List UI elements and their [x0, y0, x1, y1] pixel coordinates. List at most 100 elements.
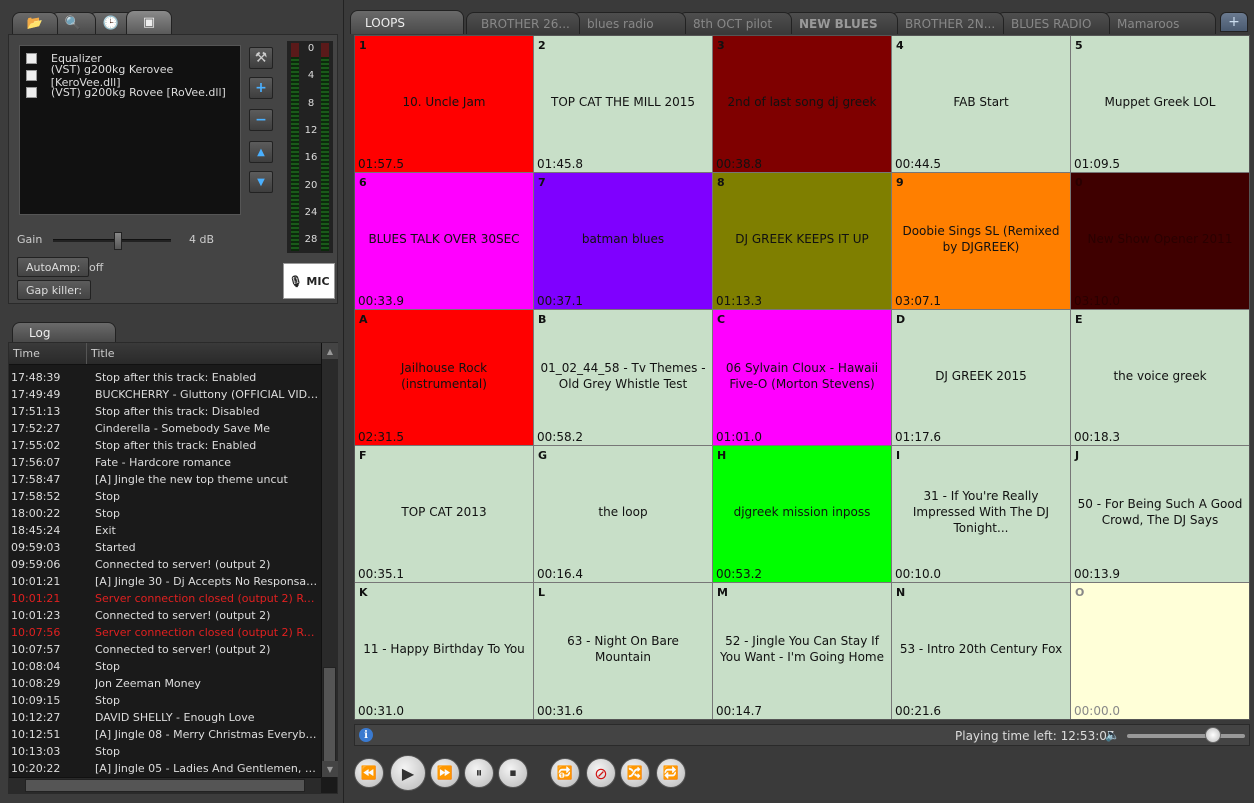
log-time: 10:01:21: [11, 575, 61, 588]
cart-cell[interactable]: M 52 - Jingle You Can Stay If You Want - …: [713, 583, 891, 719]
effect-item[interactable]: (VST) g200kg Kerovee [KeroVee.dll]: [20, 63, 240, 89]
log-row[interactable]: 17:58:52 Stop: [9, 488, 321, 505]
repeat-one-button[interactable]: 🔂: [550, 758, 580, 788]
effect-checkbox[interactable]: [26, 70, 37, 81]
log-col-title[interactable]: Title: [87, 347, 115, 360]
log-row[interactable]: 10:08:04 Stop: [9, 658, 321, 675]
cart-cell[interactable]: 2 TOP CAT THE MILL 2015 01:45.8: [534, 36, 712, 172]
cart-tab[interactable]: 8th OCT pilot: [678, 12, 792, 34]
pause-button[interactable]: ⏸: [464, 758, 494, 788]
cart-cell[interactable]: 6 BLUES TALK OVER 30SEC 00:33.9: [355, 172, 533, 309]
cart-tab[interactable]: LOOPS: [350, 10, 464, 34]
cart-cell[interactable]: 9 Doobie Sings SL (Remixed by DJGREEK) 03:…: [892, 172, 1070, 309]
shuffle-button[interactable]: 🔀: [620, 758, 650, 788]
log-row[interactable]: 17:51:13 Stop after this track: Disabled: [9, 403, 321, 420]
gain-slider[interactable]: [53, 232, 171, 250]
log-row[interactable]: 10:13:03 Stop: [9, 743, 321, 760]
move-up-button[interactable]: ▲: [249, 141, 273, 163]
cart-cell[interactable]: A Jailhouse Rock (instrumental) 02:31.5: [355, 309, 533, 446]
cart-cell[interactable]: 4 FAB Start 00:44.5: [892, 36, 1070, 172]
log-hscroll-thumb[interactable]: [25, 779, 305, 792]
log-row[interactable]: 09:59:03 Started: [9, 539, 321, 556]
info-icon[interactable]: i: [359, 728, 373, 742]
repeat-button[interactable]: 🔁: [656, 758, 686, 788]
log-row[interactable]: 17:49:49 BUCKCHERRY - Gluttony (OFFICIAL …: [9, 386, 321, 403]
cart-cell[interactable]: O 00:00.0: [1071, 583, 1249, 719]
cart-tab[interactable]: Mamaroos: [1102, 12, 1216, 34]
cart-cell[interactable]: L 63 - Night On Bare Mountain 00:31.6: [534, 583, 712, 719]
fast-forward-button[interactable]: ⏩: [430, 758, 460, 788]
log-row[interactable]: 18:00:22 Stop: [9, 505, 321, 522]
log-row[interactable]: 10:07:57 Connected to server! (output 2): [9, 641, 321, 658]
volume-slider-thumb[interactable]: [1204, 727, 1221, 743]
volume-slider[interactable]: [1127, 734, 1245, 738]
log-scroll-thumb[interactable]: [323, 667, 336, 767]
mic-button[interactable]: 🎙 MIC: [283, 263, 335, 299]
log-row[interactable]: 10:12:51 [A] Jingle 08 - Merry Christmas …: [9, 726, 321, 743]
log-row[interactable]: 17:58:47 [A] Jingle the new top theme unc…: [9, 471, 321, 488]
log-row[interactable]: 10:20:22 [A] Jingle 05 - Ladies And Gentl…: [9, 760, 321, 775]
cart-cell[interactable]: 1 10. Uncle Jam 01:57.5: [355, 36, 533, 172]
effect-checkbox[interactable]: [26, 53, 37, 64]
volume-icon[interactable]: 🔈: [1105, 728, 1120, 742]
add-tab-button[interactable]: +: [1220, 12, 1248, 32]
log-row[interactable]: 17:56:07 Fate - Hardcore romance: [9, 454, 321, 471]
cart-cell[interactable]: F TOP CAT 2013 00:35.1: [355, 446, 533, 583]
log-horizontal-scrollbar[interactable]: [9, 777, 321, 793]
move-down-button[interactable]: ▼: [249, 171, 273, 193]
cart-cell[interactable]: J 50 - For Being Such A Good Crowd, The D…: [1071, 446, 1249, 583]
stop-after-button[interactable]: ⊘: [586, 758, 616, 788]
scroll-down-icon[interactable]: ▼: [322, 761, 338, 777]
cart-tab[interactable]: blues radio: [572, 12, 686, 34]
cart-cell[interactable]: Ethe voice greek 00:18.3: [1071, 309, 1249, 446]
left-tab-folder[interactable]: 📂: [12, 12, 58, 34]
log-row[interactable]: 10:01:23 Connected to server! (output 2): [9, 607, 321, 624]
left-tab-plugin[interactable]: ▣: [126, 10, 172, 34]
cart-cell[interactable]: C 06 Sylvain Cloux - Hawaii Five-O (Morto…: [713, 309, 891, 446]
log-row[interactable]: 10:01:21 Server connection closed (output…: [9, 590, 321, 607]
log-row[interactable]: 10:07:56 Server connection closed (output…: [9, 624, 321, 641]
cart-tab[interactable]: BLUES RADIO: [996, 12, 1110, 34]
cart-cell[interactable]: 8 DJ GREEK KEEPS IT UP 01:13.3: [713, 172, 891, 309]
log-col-time[interactable]: Time: [9, 343, 87, 364]
log-row[interactable]: 09:59:06 Connected to server! (output 2): [9, 556, 321, 573]
log-row[interactable]: 17:48:39 Stop after this track: Enabled: [9, 369, 321, 386]
effect-item[interactable]: (VST) g200kg Rovee [RoVee.dll]: [20, 84, 240, 101]
gap-killer-button[interactable]: Gap killer:: [17, 280, 92, 300]
autoamp-button[interactable]: AutoAmp:: [17, 257, 90, 277]
cart-tab[interactable]: BROTHER 26...: [466, 12, 580, 34]
stop-button[interactable]: ⏹: [498, 758, 528, 788]
cart-cell[interactable]: 3 2nd of last song dj greek 00:38.8: [713, 36, 891, 172]
log-row[interactable]: 10:08:29 Jon Zeeman Money: [9, 675, 321, 692]
cart-cell[interactable]: 7 batman blues 00:37.1: [534, 172, 712, 309]
cart-cell[interactable]: K 11 - Happy Birthday To You 00:31.0: [355, 583, 533, 719]
cart-cell[interactable]: 0 New Show Opener 2011 03:10.0: [1071, 172, 1249, 309]
log-row[interactable]: 17:55:02 Stop after this track: Enabled: [9, 437, 321, 454]
rewind-button[interactable]: ⏪: [354, 758, 384, 788]
tab-log-label: Log: [29, 325, 51, 340]
cart-cell[interactable]: D DJ GREEK 2015 01:17.6: [892, 309, 1070, 446]
remove-effect-button[interactable]: −: [249, 109, 273, 131]
tab-log[interactable]: Log: [12, 322, 116, 342]
cart-cell[interactable]: B 01_02_44_58 - Tv Themes - Old Grey Whis…: [534, 309, 712, 446]
log-row[interactable]: 18:45:24 Exit: [9, 522, 321, 539]
gain-slider-thumb[interactable]: [113, 232, 122, 250]
cart-cell[interactable]: N 53 - Intro 20th Century Fox 00:21.6: [892, 583, 1070, 719]
cart-cell[interactable]: 5 Muppet Greek LOL 01:09.5: [1071, 36, 1249, 172]
play-button[interactable]: ▶: [390, 755, 426, 791]
log-row[interactable]: 17:52:27 Cinderella - Somebody Save Me: [9, 420, 321, 437]
add-effect-button[interactable]: +: [249, 77, 273, 99]
cart-tab[interactable]: BROTHER 2N...: [890, 12, 1004, 34]
log-row[interactable]: 10:01:21 [A] Jingle 30 - Dj Accepts No Re…: [9, 573, 321, 590]
log-vertical-scrollbar[interactable]: ▲ ▼: [321, 343, 338, 777]
cart-cell[interactable]: I 31 - If You're Really Impressed With Th…: [892, 446, 1070, 583]
cart-tab[interactable]: NEW BLUES: [784, 12, 898, 34]
scroll-up-icon[interactable]: ▲: [322, 343, 338, 359]
effect-checkbox[interactable]: [26, 87, 37, 98]
log-row[interactable]: 10:12:27 DAVID SHELLY - Enough Love: [9, 709, 321, 726]
effects-list[interactable]: Equalizer (VST) g200kg Kerovee [KeroVee.d…: [19, 45, 241, 215]
cart-cell[interactable]: Hdjgreek mission inposs 00:53.2: [713, 446, 891, 583]
configure-button[interactable]: ⚒: [249, 47, 273, 69]
log-row[interactable]: 10:09:15 Stop: [9, 692, 321, 709]
cart-cell[interactable]: Gthe loop 00:16.4: [534, 446, 712, 583]
